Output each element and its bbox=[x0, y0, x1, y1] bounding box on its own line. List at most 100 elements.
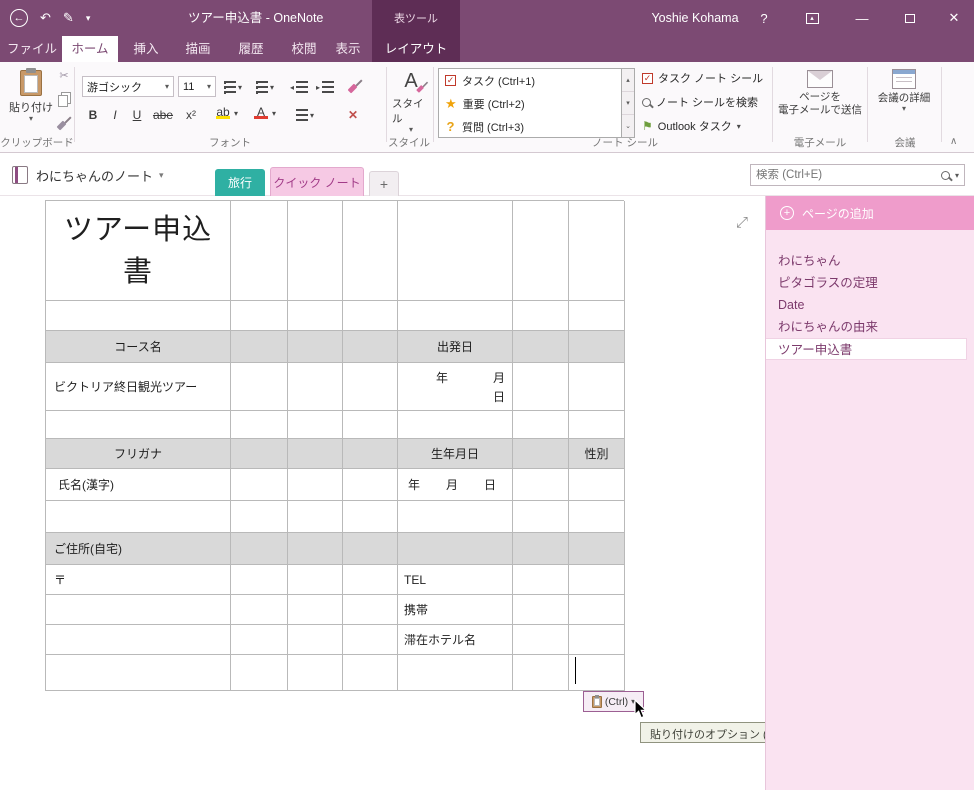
gallery-more-icon[interactable]: ⌄ bbox=[622, 115, 634, 137]
table-cell[interactable] bbox=[46, 301, 231, 331]
table-cell[interactable] bbox=[231, 655, 288, 691]
table-cell[interactable] bbox=[513, 595, 569, 625]
mobile-label-cell[interactable]: 携帯 bbox=[398, 595, 513, 625]
tab-draw[interactable]: 描画 bbox=[174, 36, 222, 62]
table-cell[interactable] bbox=[513, 331, 569, 363]
table-cell[interactable] bbox=[231, 201, 288, 301]
table-cell[interactable] bbox=[231, 363, 288, 411]
table-cell[interactable] bbox=[569, 363, 625, 411]
furigana-header-cell[interactable]: フリガナ bbox=[46, 439, 231, 469]
tag-task[interactable]: ✓ タスク (Ctrl+1) bbox=[439, 69, 621, 92]
page-list-item[interactable]: Date bbox=[766, 294, 974, 316]
table-cell[interactable] bbox=[569, 501, 625, 533]
table-cell[interactable] bbox=[288, 501, 343, 533]
name-label-cell[interactable]: 氏名(漢字) bbox=[46, 469, 231, 501]
table-cell[interactable] bbox=[513, 363, 569, 411]
table-cell[interactable] bbox=[343, 533, 398, 565]
numbered-list-button[interactable]: ▾ bbox=[256, 77, 274, 97]
course-value-cell[interactable]: ビクトリア終日観光ツアー bbox=[46, 363, 231, 411]
address-header-cell[interactable]: ご住所(自宅) bbox=[46, 533, 231, 565]
tour-form-table[interactable]: ツアー申込書 コース名 出発日 ビクトリア終日観光ツアー 年 月 日 フリガナ … bbox=[45, 200, 625, 691]
table-cell[interactable] bbox=[288, 201, 343, 301]
table-cell[interactable] bbox=[231, 533, 288, 565]
table-cell[interactable] bbox=[231, 625, 288, 655]
italic-button[interactable]: I bbox=[106, 105, 124, 125]
table-cell[interactable] bbox=[288, 301, 343, 331]
caret-down-icon[interactable]: ▾ bbox=[955, 171, 959, 180]
table-cell[interactable] bbox=[46, 501, 231, 533]
table-cell[interactable] bbox=[398, 533, 513, 565]
page-canvas[interactable]: ⤢ ツアー申込書 コース名 出発日 ビクトリア終日観光ツアー 年 月 日 フリガ… bbox=[0, 196, 823, 790]
table-cell[interactable] bbox=[288, 469, 343, 501]
touch-mode-icon[interactable]: ✎ bbox=[63, 10, 74, 26]
table-cell[interactable] bbox=[513, 439, 569, 469]
tab-insert[interactable]: 挿入 bbox=[122, 36, 170, 62]
collapse-ribbon-icon[interactable]: ∧ bbox=[950, 136, 957, 147]
table-cell[interactable] bbox=[569, 301, 625, 331]
font-size-select[interactable]: 11 ▾ bbox=[178, 76, 216, 97]
table-cell[interactable] bbox=[343, 301, 398, 331]
table-cell[interactable] bbox=[231, 595, 288, 625]
strikethrough-button[interactable]: abe bbox=[150, 105, 176, 125]
email-page-button[interactable]: ページを 電子メールで送信 bbox=[776, 66, 864, 117]
page-list-item-selected[interactable]: ツアー申込書 bbox=[766, 338, 967, 360]
form-title-cell[interactable]: ツアー申込書 bbox=[46, 201, 231, 301]
tab-file[interactable]: ファイル bbox=[6, 36, 58, 62]
table-cell[interactable] bbox=[343, 501, 398, 533]
table-cell[interactable] bbox=[398, 501, 513, 533]
table-cell[interactable] bbox=[288, 439, 343, 469]
table-cell[interactable] bbox=[513, 201, 569, 301]
table-cell[interactable] bbox=[288, 565, 343, 595]
table-cell[interactable] bbox=[343, 201, 398, 301]
departure-header-cell[interactable]: 出発日 bbox=[398, 331, 513, 363]
table-cell[interactable] bbox=[231, 301, 288, 331]
table-cell[interactable] bbox=[231, 331, 288, 363]
minimize-button[interactable]: — bbox=[840, 0, 884, 36]
bullet-list-button[interactable]: ▾ bbox=[224, 77, 242, 97]
table-cell[interactable] bbox=[46, 595, 231, 625]
gender-header-cell[interactable]: 性別 bbox=[569, 439, 625, 469]
table-cell[interactable] bbox=[513, 501, 569, 533]
table-cell[interactable] bbox=[343, 655, 398, 691]
table-cell[interactable] bbox=[398, 201, 513, 301]
departure-date-cell[interactable]: 年 月 日 bbox=[398, 363, 513, 411]
table-cell[interactable] bbox=[513, 625, 569, 655]
search-icon[interactable] bbox=[940, 170, 950, 180]
tab-home[interactable]: ホーム bbox=[62, 36, 118, 62]
table-cell[interactable] bbox=[398, 655, 513, 691]
outdent-button[interactable]: ◂ bbox=[290, 77, 309, 97]
add-page-button[interactable]: + ページの追加 bbox=[766, 196, 974, 230]
table-cell[interactable] bbox=[231, 469, 288, 501]
search-input[interactable] bbox=[756, 169, 936, 181]
postal-cell[interactable]: 〒 bbox=[46, 565, 231, 595]
help-icon[interactable]: ? bbox=[752, 0, 776, 36]
table-cell[interactable] bbox=[513, 301, 569, 331]
table-cell[interactable] bbox=[343, 469, 398, 501]
table-cell[interactable] bbox=[513, 565, 569, 595]
cut-icon[interactable]: ✂ bbox=[59, 70, 68, 83]
table-cell[interactable] bbox=[343, 411, 398, 439]
indent-button[interactable]: ▸ bbox=[316, 77, 335, 97]
table-cell[interactable] bbox=[231, 565, 288, 595]
table-cell[interactable] bbox=[569, 565, 625, 595]
table-cell[interactable] bbox=[398, 411, 513, 439]
font-name-select[interactable]: 游ゴシック ▾ bbox=[82, 76, 174, 97]
copy-icon[interactable] bbox=[57, 92, 71, 107]
user-name[interactable]: Yoshie Kohama bbox=[640, 0, 750, 36]
page-list-item[interactable]: わにちゃんの由来 bbox=[766, 316, 974, 338]
expand-table-icon[interactable]: ⤢ bbox=[736, 214, 748, 231]
table-cell[interactable] bbox=[231, 411, 288, 439]
table-cell[interactable] bbox=[343, 331, 398, 363]
table-cell[interactable] bbox=[343, 363, 398, 411]
page-list-item[interactable]: わにちゃん bbox=[766, 250, 974, 272]
scroll-up-icon[interactable]: ▴ bbox=[622, 69, 634, 92]
ribbon-display-options-icon[interactable]: ▴ bbox=[798, 0, 826, 36]
tab-layout[interactable]: レイアウト bbox=[372, 38, 460, 57]
birthdate-header-cell[interactable]: 生年月日 bbox=[398, 439, 513, 469]
table-cell[interactable] bbox=[513, 469, 569, 501]
tag-important[interactable]: ★ 重要 (Ctrl+2) bbox=[439, 92, 621, 115]
table-cell[interactable] bbox=[569, 533, 625, 565]
maximize-button[interactable] bbox=[888, 0, 932, 36]
tab-history[interactable]: 履歴 bbox=[226, 36, 276, 62]
table-cell[interactable] bbox=[288, 331, 343, 363]
